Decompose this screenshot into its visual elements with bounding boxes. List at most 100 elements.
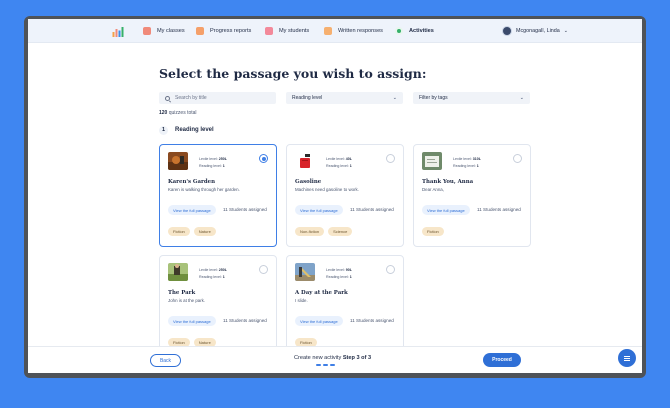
classes-icon xyxy=(143,27,151,35)
search-input[interactable] xyxy=(175,95,270,101)
tag: Non-fiction xyxy=(295,227,325,236)
wizard-footer: Back Create new activity Step 3 of 3 Pro… xyxy=(28,346,642,373)
passage-card[interactable]: Lexile level: 310L Reading level: 1 Than… xyxy=(413,144,531,247)
students-assigned: 11 Students assigned xyxy=(350,207,394,212)
select-radio[interactable] xyxy=(259,154,268,163)
group-label: Reading level xyxy=(175,127,214,133)
park-thumbnail xyxy=(168,263,188,281)
card-meta: Lexile level: 250L Reading level: 1 xyxy=(199,156,227,170)
tag-list: Non-fiction Science xyxy=(295,227,356,236)
reading-label: Reading level: xyxy=(199,164,222,168)
tag: Science xyxy=(328,227,353,236)
reading-value: 1 xyxy=(476,164,479,168)
reading-label: Reading level: xyxy=(326,164,349,168)
chevron-down-icon: ⌄ xyxy=(392,95,397,101)
select-radio[interactable] xyxy=(513,154,522,163)
chevron-down-icon: ⌄ xyxy=(563,28,568,34)
reading-level-select-value: Reading level xyxy=(292,95,323,101)
app-screen: My classes Progress reports My students … xyxy=(28,19,642,373)
step-indicator: Create new activity Step 3 of 3 xyxy=(294,355,371,361)
passage-card[interactable]: Lexile level: 250L Reading level: 1 Kare… xyxy=(159,144,277,247)
page-title: Select the passage you wish to assign: xyxy=(159,66,427,81)
reading-value: 1 xyxy=(222,275,225,279)
card-meta: Lexile level: 250L Reading level: 1 xyxy=(199,267,227,281)
tags-select-value: Filter by tags xyxy=(419,95,448,101)
card-summary: Dear Anna, xyxy=(422,187,444,192)
card-meta: Lexile level: 40L Reading level: 1 xyxy=(326,156,352,170)
search-box[interactable] xyxy=(159,92,276,104)
view-passage-button[interactable]: View the full passage xyxy=(295,205,343,215)
card-summary: John is at the park. xyxy=(168,298,206,303)
students-assigned: 11 Students assigned xyxy=(350,318,394,323)
step-progress xyxy=(316,364,337,366)
back-button[interactable]: Back xyxy=(150,354,181,367)
tag-list: Fiction xyxy=(422,227,448,236)
reading-level-group-header: 1 Reading level xyxy=(159,125,214,135)
view-passage-button[interactable]: View the full passage xyxy=(168,316,216,326)
nav-label: Progress reports xyxy=(210,28,252,34)
card-summary: Machines need gasoline to work. xyxy=(295,187,359,192)
card-meta: Lexile level: 310L Reading level: 1 xyxy=(453,156,481,170)
garden-thumbnail xyxy=(168,152,188,170)
card-title: Thank You, Anna xyxy=(422,179,474,185)
card-summary: Karen is walking through her garden. xyxy=(168,187,240,192)
top-nav: My classes Progress reports My students … xyxy=(28,19,642,43)
search-icon xyxy=(165,95,170,101)
card-title: A Day at the Park xyxy=(295,290,348,296)
tag: Fiction xyxy=(422,227,444,236)
user-name: Mcgonagall, Linda xyxy=(516,28,560,34)
step-dot xyxy=(330,364,335,366)
quiz-total-count: 120 xyxy=(159,110,168,116)
avatar xyxy=(502,26,512,36)
reading-label: Reading level: xyxy=(199,275,222,279)
passage-card[interactable]: Lexile level: 250L Reading level: 1 The … xyxy=(159,255,277,358)
chevron-down-icon: ⌄ xyxy=(519,95,524,101)
step-dot xyxy=(323,364,328,366)
reading-value: 1 xyxy=(349,275,352,279)
app-logo-icon xyxy=(112,27,124,37)
lexile-label: Lexile level: xyxy=(326,268,345,272)
lexile-value: 250L xyxy=(218,157,227,161)
user-menu[interactable]: Mcgonagall, Linda ⌄ xyxy=(502,24,568,38)
lexile-label: Lexile level: xyxy=(453,157,472,161)
card-title: The Park xyxy=(168,290,196,296)
nav-label: Written responses xyxy=(338,28,383,34)
nav-activities[interactable]: Activities xyxy=(395,25,434,37)
gas-can-thumbnail xyxy=(295,152,315,170)
view-passage-button[interactable]: View the full passage xyxy=(422,205,470,215)
nav-written-responses[interactable]: Written responses xyxy=(324,25,383,37)
lexile-value: 250L xyxy=(218,268,227,272)
view-passage-button[interactable]: View the full passage xyxy=(295,316,343,326)
select-radio[interactable] xyxy=(386,154,395,163)
nav-my-classes[interactable]: My classes xyxy=(143,25,185,37)
passage-card[interactable]: Lexile level: 40L Reading level: 1 Gasol… xyxy=(286,144,404,247)
reading-level-select[interactable]: Reading level ⌄ xyxy=(286,92,403,104)
nav-label: Activities xyxy=(409,28,434,34)
view-passage-button[interactable]: View the full passage xyxy=(168,205,216,215)
passage-card[interactable]: Lexile level: 90L Reading level: 1 A Day… xyxy=(286,255,404,358)
lexile-value: 40L xyxy=(345,157,352,161)
nav-progress-reports[interactable]: Progress reports xyxy=(196,25,251,37)
lexile-label: Lexile level: xyxy=(199,268,218,272)
letter-thumbnail xyxy=(422,152,442,170)
lexile-label: Lexile level: xyxy=(326,157,345,161)
nav-label: My students xyxy=(279,28,310,34)
nav-my-students[interactable]: My students xyxy=(265,25,309,37)
tag: Nature xyxy=(193,227,216,236)
tags-select[interactable]: Filter by tags ⌄ xyxy=(413,92,530,104)
tag: Fiction xyxy=(168,227,190,236)
proceed-button[interactable]: Proceed xyxy=(483,353,521,367)
quiz-total: 120 quizzes total xyxy=(159,110,197,116)
students-assigned: 11 Students assigned xyxy=(477,207,521,212)
lexile-value: 90L xyxy=(345,268,352,272)
reading-label: Reading level: xyxy=(326,275,349,279)
group-number: 1 xyxy=(159,125,168,135)
chat-menu-button[interactable] xyxy=(618,349,636,367)
select-radio[interactable] xyxy=(386,265,395,274)
reading-label: Reading level: xyxy=(453,164,476,168)
select-radio[interactable] xyxy=(259,265,268,274)
lexile-value: 310L xyxy=(472,157,481,161)
menu-icon xyxy=(624,357,630,359)
students-icon xyxy=(265,27,273,35)
step-dot xyxy=(316,364,321,366)
